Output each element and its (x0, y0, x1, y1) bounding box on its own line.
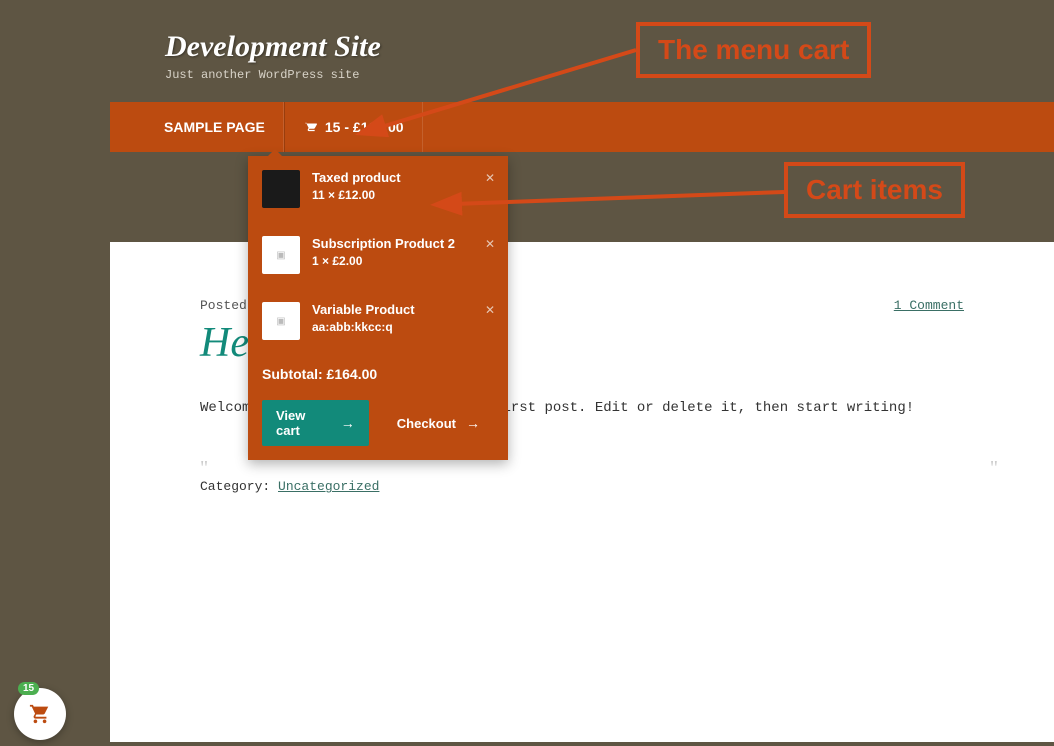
post-category: Category: Uncategorized (200, 479, 964, 494)
cart-subtotal: Subtotal: £164.00 (248, 354, 508, 386)
cart-item-name[interactable]: Subscription Product 2 (312, 236, 494, 251)
cart-item-name[interactable]: Taxed product (312, 170, 494, 185)
zigzag-divider (110, 716, 1054, 728)
floating-cart-badge: 15 (18, 682, 39, 695)
cart-item-thumb[interactable]: ▣ (262, 302, 300, 340)
remove-item-icon[interactable]: ✕ (482, 302, 498, 318)
site-title[interactable]: Development Site (165, 30, 999, 64)
arrow-right-icon: → (466, 415, 480, 431)
remove-item-icon[interactable]: ✕ (482, 170, 498, 186)
quote-close-icon: " (990, 457, 998, 480)
comments-link[interactable]: 1 Comment (894, 298, 964, 313)
cart-item-qty: 11 × £12.00 (312, 188, 494, 202)
nav-sample-page[interactable]: SAMPLE PAGE (146, 102, 284, 152)
view-cart-button[interactable]: View cart→ (262, 400, 369, 446)
cart-icon (303, 120, 317, 134)
floating-cart-button[interactable]: 15 (14, 688, 66, 740)
cart-item: Taxed product 11 × £12.00 ✕ (248, 156, 508, 222)
category-link[interactable]: Uncategorized (278, 479, 379, 494)
annotation-cart-items: Cart items (784, 162, 965, 218)
checkout-button[interactable]: Checkout→ (383, 400, 494, 446)
main-nav: SAMPLE PAGE 15 - £164.00 (110, 102, 1054, 152)
site-tagline: Just another WordPress site (165, 68, 999, 82)
cart-item-thumb[interactable] (262, 170, 300, 208)
cart-item: ▣ Subscription Product 2 1 × £2.00 ✕ (248, 222, 508, 288)
cart-item-qty: aa:abb:kkcc:q (312, 320, 494, 334)
cart-count: 15 - £164.00 (325, 119, 404, 135)
mini-cart-dropdown: Taxed product 11 × £12.00 ✕ ▣ Subscripti… (248, 156, 508, 460)
annotation-menu-cart: The menu cart (636, 22, 871, 78)
arrow-right-icon: → (341, 415, 355, 431)
site-header: Development Site Just another WordPress … (110, 0, 1054, 102)
dropdown-caret-icon (268, 149, 282, 156)
quote-open-icon: " (200, 457, 208, 480)
remove-item-icon[interactable]: ✕ (482, 236, 498, 252)
mini-cart-scroll[interactable]: Taxed product 11 × £12.00 ✕ ▣ Subscripti… (248, 156, 508, 354)
cart-item-qty: 1 × £2.00 (312, 254, 494, 268)
nav-menu-cart[interactable]: 15 - £164.00 (284, 102, 423, 152)
cart-item-name[interactable]: Variable Product (312, 302, 494, 317)
cart-icon (29, 703, 51, 725)
cart-item-thumb[interactable]: ▣ (262, 236, 300, 274)
cart-item: ▣ Variable Product aa:abb:kkcc:q ✕ (248, 288, 508, 354)
